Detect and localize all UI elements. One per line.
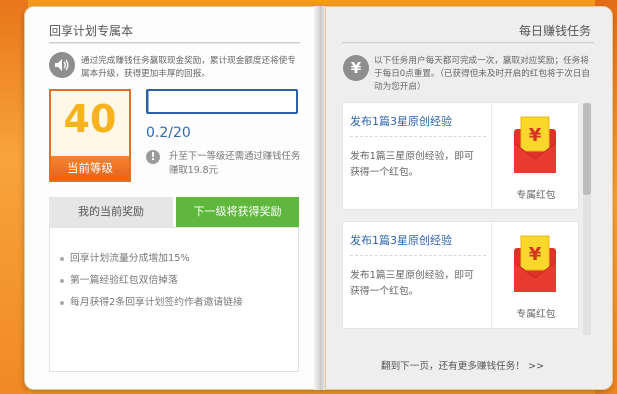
progress-text: 0.2/20 (146, 125, 191, 141)
task-title-link[interactable]: 发布1篇3星原创经验 (350, 232, 452, 248)
task-column-divider (491, 222, 492, 328)
right-page-title: 每日赚钱任务 (519, 24, 592, 38)
reward-tabs: 我的当前奖励 下一级将获得奖励 (49, 197, 299, 227)
svg-text:¥: ¥ (529, 125, 542, 146)
task-description: 发布1篇三星原创经验，即可获得一个红包。 (350, 151, 474, 178)
task-description: 发布1篇三星原创经验，即可获得一个红包。 (350, 270, 474, 297)
task-divider (350, 255, 486, 256)
title-divider (49, 42, 300, 44)
red-envelope-icon[interactable]: ¥ (513, 115, 557, 175)
next-page-link[interactable]: 翻到下一页，还有更多赚钱任务！ >> (381, 358, 544, 372)
tab-current-rewards[interactable]: 我的当前奖励 (49, 197, 173, 227)
speaker-icon (49, 52, 75, 78)
title-divider (342, 42, 594, 44)
yen-icon: ¥ (343, 55, 369, 81)
task-card: 发布1篇3星原创经验 发布1篇三星原创经验，即可获得一个红包。 ¥ 专属红包 (342, 221, 579, 329)
bullet-dot (60, 257, 64, 261)
reward-list: 回享计划流量分成增加15% 第一篇经验红包双倍掉落 每月获得2条回享计划签约作者… (60, 252, 243, 318)
task-title-link[interactable]: 发布1篇3星原创经验 (350, 113, 452, 129)
task-divider (350, 136, 486, 137)
level-badge: 40 当前等级 (49, 89, 131, 182)
bullet-dot (60, 279, 64, 283)
envelope-label: 专属红包 (516, 309, 556, 320)
bullet-dot (60, 301, 64, 305)
task-column-divider (491, 103, 492, 209)
left-page-title: 回享计划专属本 (49, 24, 134, 38)
level-progress-bar (146, 89, 298, 114)
red-envelope-icon[interactable]: ¥ (513, 234, 557, 294)
reward-text: 第一篇经验红包双倍掉落 (70, 275, 178, 286)
tab-next-level-rewards[interactable]: 下一级将获得奖励 (176, 197, 299, 227)
reward-panel: 回享计划流量分成增加15% 第一篇经验红包双倍掉落 每月获得2条回享计划签约作者… (49, 227, 299, 372)
reward-text: 回享计划流量分成增加15% (70, 253, 190, 264)
exclamation-icon: ! (146, 150, 160, 164)
list-item: 每月获得2条回享计划签约作者邀请链接 (60, 296, 243, 318)
list-item: 第一篇经验红包双倍掉落 (60, 274, 243, 296)
svg-text:¥: ¥ (529, 244, 542, 265)
list-item: 回享计划流量分成增加15% (60, 252, 243, 274)
scrollbar-thumb[interactable] (583, 103, 591, 195)
level-number: 40 (63, 97, 117, 141)
envelope-label: 专属红包 (516, 190, 556, 201)
task-card: 发布1篇3星原创经验 发布1篇三星原创经验，即可获得一个红包。 ¥ 专属红包 (342, 102, 579, 210)
task-intro-text: 以下任务用户每天都可完成一次，赢取对应奖励；任务将于每日0点重置。（已获得但未及… (374, 56, 591, 92)
level-label: 当前等级 (51, 156, 129, 180)
intro-text: 通过完成赚钱任务赢取现金奖励，累计现金额度还将使专属本升级，获得更加丰厚的回报。 (81, 56, 296, 79)
progress-fill (148, 91, 150, 112)
reward-text: 每月获得2条回享计划签约作者邀请链接 (70, 297, 243, 308)
upgrade-note: 升至下一等级还需通过赚钱任务赚取19.8元 (169, 151, 301, 176)
